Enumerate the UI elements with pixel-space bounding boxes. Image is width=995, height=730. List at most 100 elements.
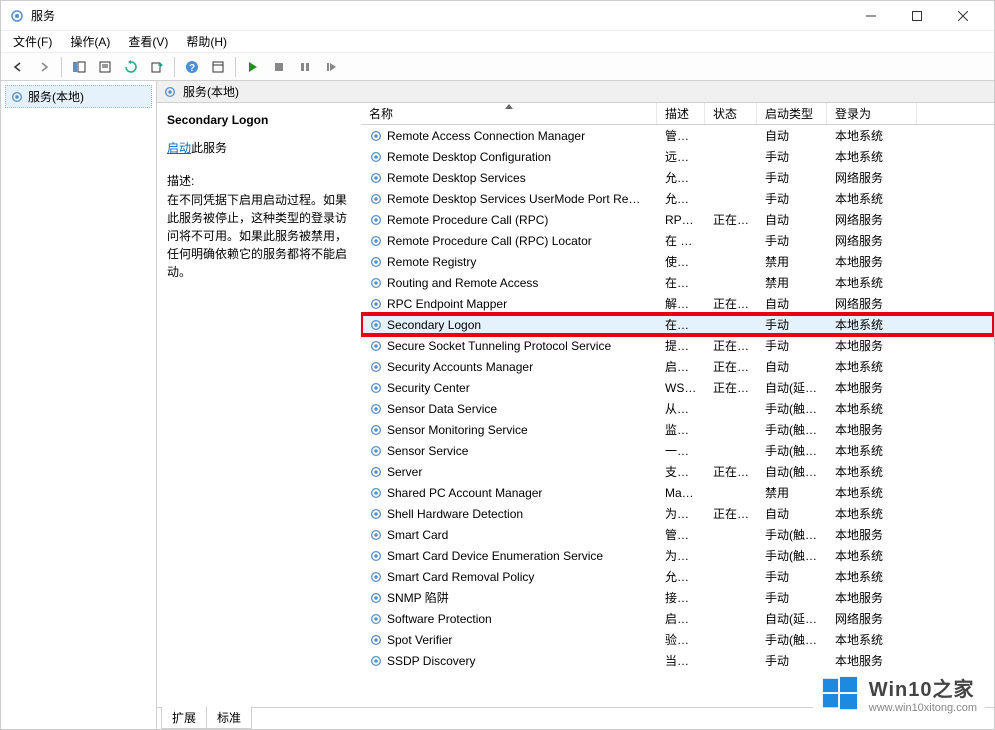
content-header-label: 服务(本地) [183, 83, 239, 100]
service-name: Server [387, 465, 422, 479]
gear-icon [369, 486, 383, 500]
service-row[interactable]: Smart Card Removal Policy允许…手动本地系统 [361, 566, 994, 587]
service-name: Security Accounts Manager [387, 360, 533, 374]
service-row[interactable]: Sensor Monitoring Service监视…手动(触发…本地服务 [361, 419, 994, 440]
back-button[interactable] [7, 56, 29, 78]
refresh-button[interactable] [120, 56, 142, 78]
service-row[interactable]: Sensor Data Service从各…手动(触发…本地系统 [361, 398, 994, 419]
service-list[interactable]: Remote Access Connection Manager管理…自动本地系… [361, 125, 994, 707]
gear-icon [369, 507, 383, 521]
service-row[interactable]: Remote Registry使远…禁用本地服务 [361, 251, 994, 272]
service-desc: 解析 … [657, 295, 705, 312]
service-row[interactable]: Remote Desktop Services UserMode Port Re… [361, 188, 994, 209]
tab-standard[interactable]: 标准 [206, 706, 252, 729]
service-status: 正在… [705, 358, 757, 375]
restart-service-button[interactable] [320, 56, 342, 78]
service-row[interactable]: Security Accounts Manager启动…正在…自动本地系统 [361, 356, 994, 377]
service-desc: RPC… [657, 213, 705, 227]
minimize-button[interactable] [848, 1, 894, 31]
show-hide-tree-button[interactable] [68, 56, 90, 78]
service-logon: 本地系统 [827, 463, 917, 480]
menu-action[interactable]: 操作(A) [62, 31, 118, 52]
help-button[interactable]: ? [181, 56, 203, 78]
gear-icon [369, 339, 383, 353]
service-row[interactable]: Sensor Service一项…手动(触发…本地系统 [361, 440, 994, 461]
service-row[interactable]: Secure Socket Tunneling Protocol Service… [361, 335, 994, 356]
service-row[interactable]: Software Protection启用 …自动(延迟…网络服务 [361, 608, 994, 629]
description-label: 描述: [167, 172, 351, 189]
service-row[interactable]: Remote Procedure Call (RPC) Locator在 W…手… [361, 230, 994, 251]
col-header-status[interactable]: 状态 [705, 103, 757, 124]
service-row[interactable]: Smart Card Device Enumeration Service为给…… [361, 545, 994, 566]
service-desc: 启用 … [657, 610, 705, 627]
service-startup: 手动(触发… [757, 631, 827, 648]
service-desc: 当发… [657, 652, 705, 669]
forward-button[interactable] [33, 56, 55, 78]
stop-service-button[interactable] [268, 56, 290, 78]
service-row[interactable]: Remote Access Connection Manager管理…自动本地系… [361, 125, 994, 146]
service-logon: 网络服务 [827, 211, 917, 228]
col-header-name[interactable]: 名称 [361, 103, 657, 124]
service-desc: 管理… [657, 526, 705, 543]
service-name: Sensor Service [387, 444, 468, 458]
service-row[interactable]: Spot Verifier验证…手动(触发…本地系统 [361, 629, 994, 650]
service-startup: 禁用 [757, 274, 827, 291]
service-desc: WSC… [657, 381, 705, 395]
services-icon [9, 8, 25, 24]
service-desc: Man… [657, 486, 705, 500]
service-name: Secure Socket Tunneling Protocol Service [387, 339, 611, 353]
service-row[interactable]: Security CenterWSC…正在…自动(延迟…本地服务 [361, 377, 994, 398]
service-startup: 手动(触发… [757, 400, 827, 417]
service-logon: 本地系统 [827, 505, 917, 522]
service-row[interactable]: Server支持…正在…自动(触发…本地系统 [361, 461, 994, 482]
service-startup: 手动 [757, 568, 827, 585]
properties-button[interactable] [94, 56, 116, 78]
service-row[interactable]: Secondary Logon在不…手动本地系统 [361, 314, 994, 335]
service-startup: 手动 [757, 169, 827, 186]
col-header-logon[interactable]: 登录为 [827, 103, 917, 124]
export-button[interactable] [146, 56, 168, 78]
tree-root-services-local[interactable]: 服务(本地) [5, 85, 152, 108]
col-header-desc[interactable]: 描述 [657, 103, 705, 124]
col-header-startup[interactable]: 启动类型 [757, 103, 827, 124]
service-startup: 自动(触发… [757, 463, 827, 480]
gear-icon [369, 465, 383, 479]
service-startup: 手动 [757, 589, 827, 606]
props-button[interactable] [207, 56, 229, 78]
service-row[interactable]: RPC Endpoint Mapper解析 …正在…自动网络服务 [361, 293, 994, 314]
menu-help[interactable]: 帮助(H) [178, 31, 235, 52]
service-logon: 本地系统 [827, 631, 917, 648]
service-row[interactable]: Shell Hardware Detection为自…正在…自动本地系统 [361, 503, 994, 524]
menu-view[interactable]: 查看(V) [120, 31, 176, 52]
service-status: 正在… [705, 211, 757, 228]
service-desc: 为给… [657, 547, 705, 564]
service-row[interactable]: SNMP 陷阱接收…手动本地服务 [361, 587, 994, 608]
maximize-button[interactable] [894, 1, 940, 31]
service-name: SSDP Discovery [387, 654, 475, 668]
tab-extended[interactable]: 扩展 [161, 707, 207, 729]
service-row[interactable]: Remote Desktop Services允许…手动网络服务 [361, 167, 994, 188]
service-name: Remote Desktop Services [387, 171, 526, 185]
service-desc: 在局… [657, 274, 705, 291]
service-row[interactable]: Routing and Remote Access在局…禁用本地系统 [361, 272, 994, 293]
service-row[interactable]: Smart Card管理…手动(触发…本地服务 [361, 524, 994, 545]
service-desc: 允许… [657, 568, 705, 585]
service-startup: 手动 [757, 316, 827, 333]
window-title: 服务 [31, 7, 55, 24]
service-name: Shared PC Account Manager [387, 486, 542, 500]
service-row[interactable]: Remote Procedure Call (RPC)RPC…正在…自动网络服务 [361, 209, 994, 230]
detail-service-name: Secondary Logon [167, 113, 351, 127]
pause-service-button[interactable] [294, 56, 316, 78]
service-desc: 使远… [657, 253, 705, 270]
watermark-url: www.win10xitong.com [869, 702, 977, 714]
column-headers: 名称 描述 状态 启动类型 登录为 [361, 103, 994, 125]
start-service-button[interactable] [242, 56, 264, 78]
service-name: Remote Access Connection Manager [387, 129, 585, 143]
close-button[interactable] [940, 1, 986, 31]
service-row[interactable]: Shared PC Account ManagerMan…禁用本地系统 [361, 482, 994, 503]
service-startup: 手动(触发… [757, 442, 827, 459]
service-row[interactable]: Remote Desktop Configuration远程…手动本地系统 [361, 146, 994, 167]
menu-file[interactable]: 文件(F) [5, 31, 60, 52]
start-service-link[interactable]: 启动 [167, 141, 191, 155]
service-logon: 本地系统 [827, 358, 917, 375]
